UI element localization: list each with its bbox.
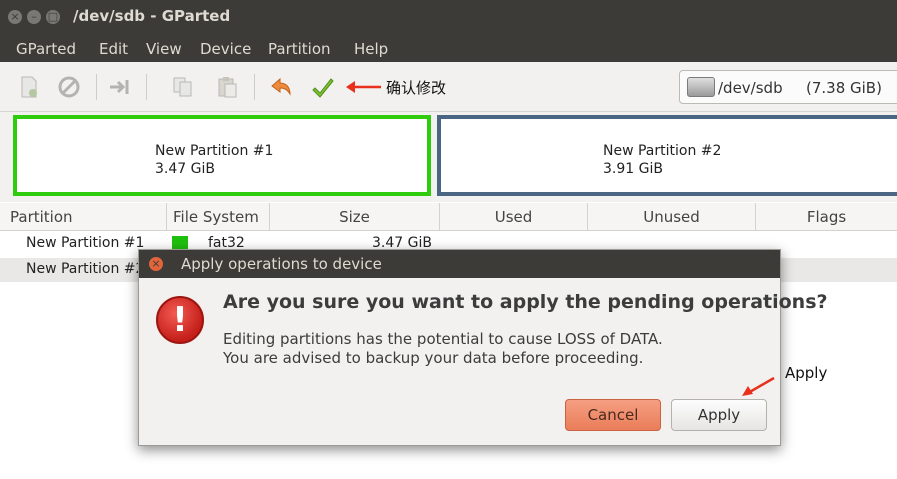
column-partition[interactable]: Partition <box>0 203 167 231</box>
row-partition-name: New Partition #2 <box>26 261 145 277</box>
device-name: /dev/sdb <box>718 79 783 97</box>
window-minimize-button[interactable]: – <box>27 10 41 24</box>
toolbar-separator <box>96 74 97 100</box>
copy-icon[interactable] <box>172 76 194 98</box>
paste-icon[interactable] <box>216 76 238 98</box>
menu-help[interactable]: Help <box>354 40 388 58</box>
window-titlebar: × – □ /dev/sdb - GParted <box>0 0 897 34</box>
column-unused[interactable]: Unused <box>588 203 756 231</box>
annotation-arrow-icon <box>742 376 775 396</box>
dialog-message-line-2: You are advised to backup your data befo… <box>223 349 644 367</box>
annotation-confirm-text: 确认修改 <box>386 79 447 97</box>
partition-block-2[interactable]: New Partition #2 3.91 GiB <box>437 115 897 196</box>
partition-block-1[interactable]: New Partition #1 3.47 GiB <box>13 115 431 196</box>
partition-block-name: New Partition #2 <box>603 143 722 159</box>
dialog-message-line-1: Editing partitions has the potential to … <box>223 330 663 348</box>
toolbar-separator <box>146 74 147 100</box>
toolbar-separator <box>254 74 255 100</box>
menubar: GParted Edit View Device Partition Help <box>0 34 897 62</box>
close-icon: × <box>10 10 20 23</box>
warning-icon: ! <box>156 296 204 344</box>
maximize-icon: □ <box>47 10 59 23</box>
window-maximize-button[interactable]: □ <box>46 10 60 24</box>
partition-table-header: Partition File System Size Used Unused F… <box>0 203 897 231</box>
minimize-icon: – <box>31 10 37 23</box>
apply-checkmark-icon[interactable] <box>312 76 334 98</box>
partition-map: New Partition #1 3.47 GiB New Partition … <box>0 112 897 202</box>
menu-device[interactable]: Device <box>200 40 251 58</box>
column-size[interactable]: Size <box>270 203 440 231</box>
partition-block-size: 3.47 GiB <box>155 161 215 177</box>
resize-icon[interactable] <box>108 76 130 98</box>
column-filesystem[interactable]: File System <box>167 203 270 231</box>
device-size: (7.38 GiB) <box>806 79 882 97</box>
apply-button[interactable]: Apply <box>671 399 767 431</box>
new-icon[interactable] <box>18 76 40 98</box>
window-close-button[interactable]: × <box>8 10 22 24</box>
column-used[interactable]: Used <box>440 203 588 231</box>
partition-block-name: New Partition #1 <box>155 143 274 159</box>
dialog-heading: Are you sure you want to apply the pendi… <box>223 291 828 313</box>
annotation-apply-text: Apply <box>785 364 828 382</box>
delete-icon[interactable] <box>58 76 80 98</box>
undo-icon[interactable] <box>270 76 292 98</box>
menu-gparted[interactable]: GParted <box>16 40 76 58</box>
menu-view[interactable]: View <box>146 40 182 58</box>
row-partition-name: New Partition #1 <box>26 235 145 251</box>
dialog-title: Apply operations to device <box>181 255 382 273</box>
partition-block-size: 3.91 GiB <box>603 161 663 177</box>
menu-partition[interactable]: Partition <box>268 40 331 58</box>
disk-icon <box>687 77 715 97</box>
annotation-arrow-icon <box>346 81 381 93</box>
menu-edit[interactable]: Edit <box>99 40 128 58</box>
toolbar: 确认修改 /dev/sdb (7.38 GiB) <box>0 62 897 112</box>
dialog-close-button[interactable]: × <box>149 257 163 271</box>
apply-operations-dialog: × Apply operations to device ! Are you s… <box>138 249 828 446</box>
dialog-titlebar: × Apply operations to device <box>139 250 780 278</box>
window-title: /dev/sdb - GParted <box>73 7 231 25</box>
cancel-button[interactable]: Cancel <box>565 399 661 431</box>
device-selector[interactable]: /dev/sdb (7.38 GiB) <box>679 70 897 104</box>
column-flags[interactable]: Flags <box>756 203 897 231</box>
